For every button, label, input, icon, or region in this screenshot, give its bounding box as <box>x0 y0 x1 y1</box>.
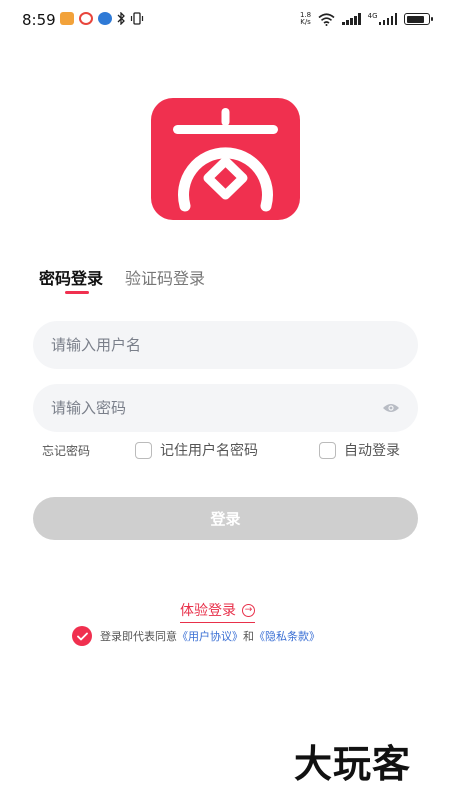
auto-login-option[interactable]: 自动登录 <box>319 440 400 460</box>
status-bar: 8:59 1.8 K/s 4G <box>0 0 450 40</box>
net-speed-unit: K/s <box>300 18 311 26</box>
app-logo <box>151 98 300 220</box>
tab-password-login-label: 密码登录 <box>39 269 104 288</box>
network-type: 4G <box>367 12 378 20</box>
privacy-policy-link[interactable]: 《隐私条款》 <box>254 630 320 643</box>
tab-password-login[interactable]: 密码登录 <box>39 268 104 294</box>
signal-icon <box>342 13 361 25</box>
wifi-icon <box>318 12 335 26</box>
remember-credentials-option[interactable]: 记住用户名密码 <box>135 440 258 460</box>
weibo-icon <box>79 12 93 25</box>
auto-login-label: 自动登录 <box>344 443 400 459</box>
experience-login-link[interactable]: 体验登录 → <box>180 600 255 623</box>
system-icons: 1.8 K/s 4G <box>300 12 433 26</box>
username-input[interactable] <box>51 336 400 354</box>
check-icon <box>76 632 88 640</box>
user-agreement-link[interactable]: 《用户协议》 <box>177 630 243 643</box>
agreement-checkbox[interactable] <box>72 626 92 646</box>
login-options: 忘记密码 记住用户名密码 自动登录 <box>42 440 412 460</box>
bluetooth-icon <box>117 12 125 25</box>
signal-4g-icon: 4G <box>368 13 397 25</box>
shop-logo-icon <box>173 108 278 212</box>
show-password-eye-icon[interactable] <box>382 402 400 414</box>
login-tabs: 密码登录 验证码登录 <box>39 268 205 294</box>
active-tab-indicator <box>65 291 89 294</box>
agreement-and: 和 <box>243 630 254 643</box>
enter-arrow-icon: → <box>242 603 255 617</box>
password-field-container <box>33 384 418 432</box>
login-button[interactable]: 登录 <box>33 497 418 540</box>
status-time: 8:59 <box>22 11 56 29</box>
remember-label: 记住用户名密码 <box>160 443 258 459</box>
vibrate-icon <box>130 12 144 25</box>
watermark-logo: 大玩客 <box>294 742 412 786</box>
tab-code-login[interactable]: 验证码登录 <box>125 268 205 290</box>
remember-checkbox[interactable] <box>135 441 152 459</box>
agreement-text: 登录即代表同意 <box>100 630 177 643</box>
forgot-password-link[interactable]: 忘记密码 <box>42 442 90 459</box>
mail-icon <box>60 12 74 25</box>
password-input[interactable] <box>51 399 382 417</box>
tab-code-login-label: 验证码登录 <box>125 269 206 288</box>
app-icon <box>98 12 112 25</box>
username-field-container <box>33 321 418 369</box>
battery-icon <box>404 13 433 25</box>
agreement-row: 登录即代表同意《用户协议》和《隐私条款》 <box>72 626 320 646</box>
notification-icons <box>60 12 144 25</box>
experience-login-label: 体验登录 <box>180 603 236 619</box>
net-speed: 1.8 K/s <box>300 12 311 26</box>
auto-login-checkbox[interactable] <box>319 441 336 459</box>
